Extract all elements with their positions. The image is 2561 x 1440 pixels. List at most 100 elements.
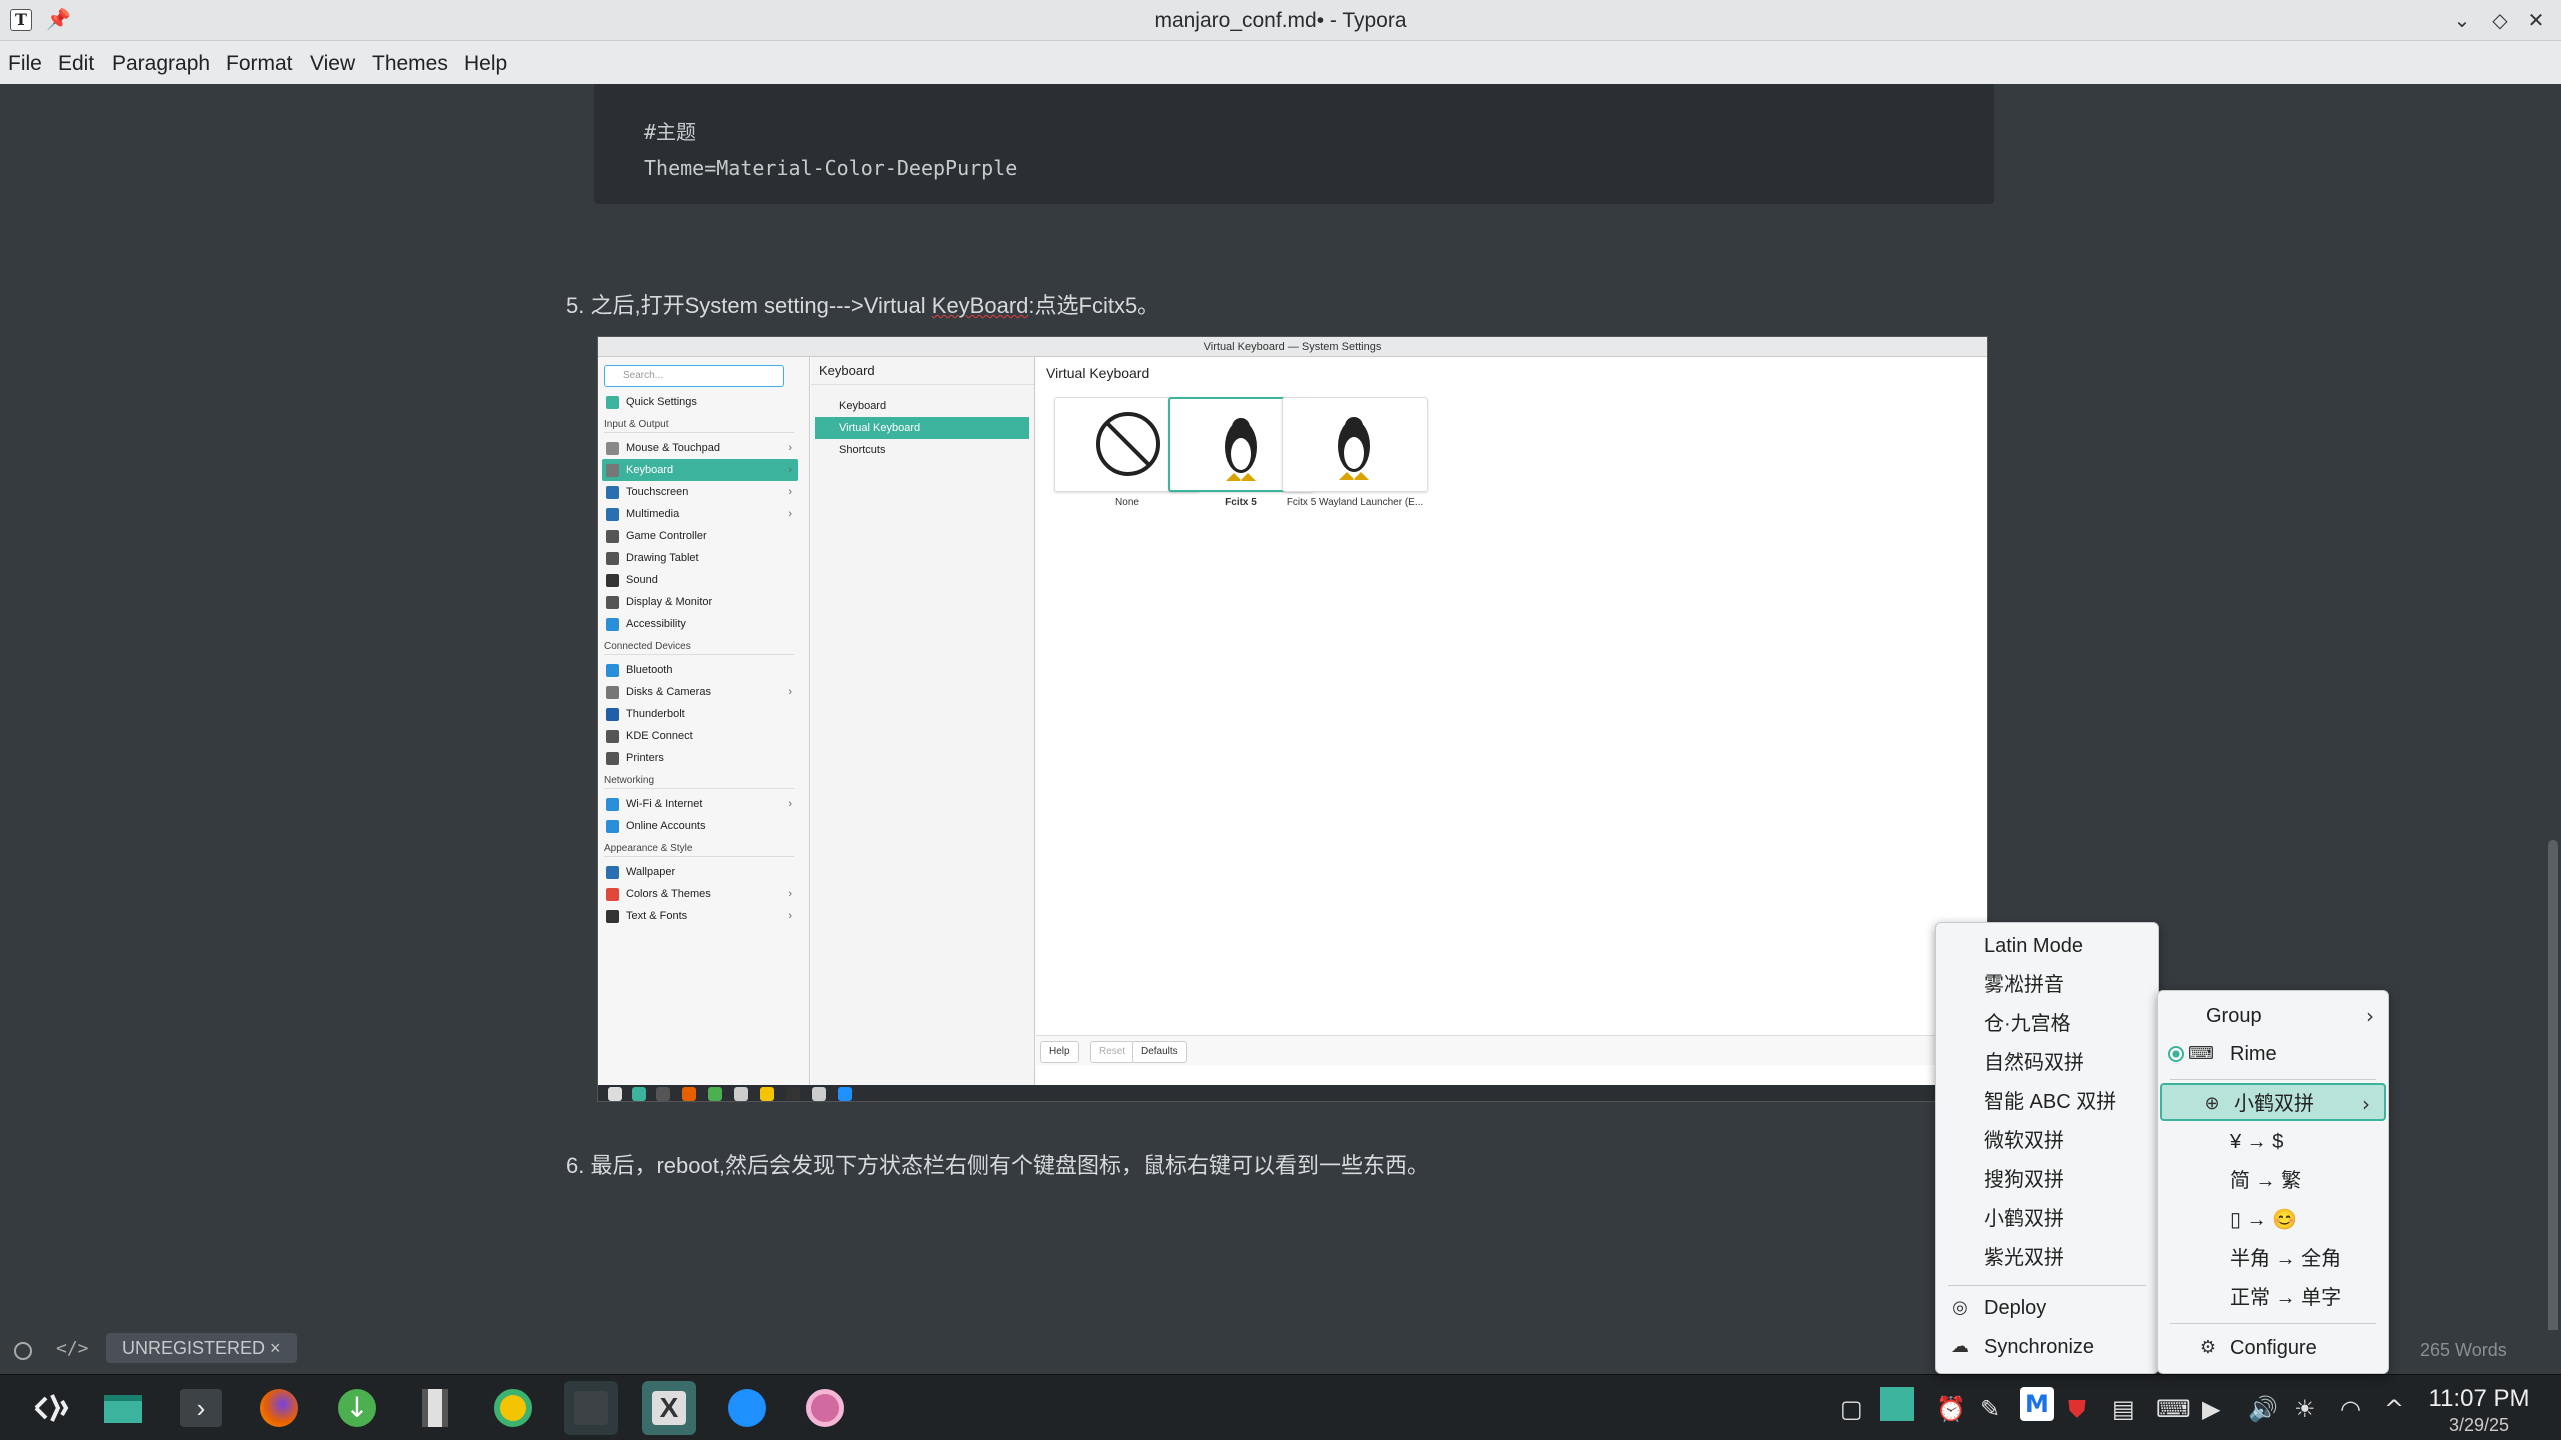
menu-item-schema[interactable]: Latin Mode (1936, 927, 2158, 965)
shot-sidebar-label: Mouse & Touchpad (626, 442, 720, 454)
menu-item-synchronize[interactable]: ☁ Synchronize (1936, 1328, 2158, 1366)
shot-sidebar-item: Colors & Themes › (602, 883, 798, 905)
shot-sidebar-label: Colors & Themes (626, 888, 711, 900)
files-icon (632, 1087, 646, 1101)
pen-icon[interactable]: ✎ (1980, 1395, 2000, 1423)
source-code-mode-icon[interactable]: </> (56, 1338, 89, 1359)
clock-date[interactable]: 3/29/25 (2424, 1415, 2534, 1436)
menu-themes[interactable]: Themes (372, 52, 448, 76)
media-play-icon[interactable]: ▶ (2202, 1395, 2220, 1423)
deploy-icon: ◎ (1952, 1297, 1968, 1318)
shot-sidebar-item: Display & Monitor (602, 591, 798, 613)
menu-item-schema[interactable]: 微软双拼 (1936, 1122, 2158, 1160)
menu-item-configure[interactable]: ⚙ Configure (2158, 1329, 2388, 1367)
x-app-icon (812, 1087, 826, 1101)
chevron-right-icon: › (788, 888, 792, 900)
shield-icon[interactable]: ⛊ (2068, 1395, 2086, 1423)
shot-mid-item: Shortcuts (839, 444, 886, 456)
menu-edit[interactable]: Edit (58, 52, 94, 76)
menu-item-toggle[interactable]: 正常 → 单字 (2158, 1279, 2388, 1317)
menu-item-group[interactable]: Group › (2158, 997, 2388, 1035)
list-text: 之后,打开System setting--->Virtual (584, 293, 932, 318)
mail-icon[interactable]: M (2020, 1387, 2054, 1421)
menu-item-rime[interactable]: ⌨ Rime (2158, 1035, 2388, 1073)
download-manager-icon[interactable]: ↓ (330, 1381, 384, 1435)
firefox-icon[interactable] (252, 1381, 306, 1435)
shot-sidebar-item: Online Accounts (602, 815, 798, 837)
menu-file[interactable]: File (8, 52, 42, 76)
clock-time[interactable]: 11:07 PM (2424, 1385, 2534, 1413)
menu-item-schema[interactable]: 紫光双拼 (1936, 1239, 2158, 1277)
menu-item-toggle[interactable]: ¥ → $ (2158, 1123, 2388, 1161)
list-item-6[interactable]: 6. 最后，reboot,然后会发现下方状态栏右侧有个键盘图标，鼠标右键可以看到… (566, 1148, 1429, 1180)
shot-sidebar-label: Drawing Tablet (626, 552, 699, 564)
editor-scrollbar[interactable] (2548, 840, 2558, 1340)
menu-item-schema[interactable]: 搜狗双拼 (1936, 1161, 2158, 1199)
volume-icon[interactable]: 🔊 (2248, 1395, 2278, 1423)
category-icon (606, 664, 619, 677)
chevron-right-icon: › (788, 686, 792, 698)
shot-sidebar-label: Touchscreen (626, 486, 689, 498)
unregistered-badge[interactable]: UNREGISTERED × (106, 1333, 297, 1363)
music-player-icon[interactable] (486, 1381, 540, 1435)
menu-view[interactable]: View (310, 52, 355, 76)
shot-subcategory-panel: Keyboard Keyboard Virtual Keyboard Shortcu… (811, 357, 1035, 1085)
chevron-right-icon: › (788, 910, 792, 922)
shot-sidebar-item: Disks & Cameras › (602, 681, 798, 703)
clipboard-icon[interactable]: ▤ (2112, 1395, 2135, 1423)
app-launcher-icon[interactable] (22, 1381, 76, 1435)
notifications-icon[interactable]: ⏰ (1936, 1395, 1966, 1423)
chevron-right-icon: › (2366, 1004, 2374, 1028)
title-bar: T 📌 manjaro_conf.md• - Typora ⌄ ◇ ✕ (0, 0, 2561, 41)
menu-item-schema[interactable]: 自然码双拼 (1936, 1044, 2158, 1082)
menu-paragraph[interactable]: Paragraph (112, 52, 210, 76)
shot-sidebar-label: Wi-Fi & Internet (626, 798, 703, 810)
word-count[interactable]: 265 Words (2420, 1340, 2507, 1361)
category-icon (606, 730, 619, 743)
file-manager-icon[interactable] (96, 1381, 150, 1435)
list-item-5[interactable]: 5. 之后,打开System setting--->Virtual KeyBoa… (566, 288, 1159, 320)
brightness-icon[interactable]: ☀ (2294, 1395, 2316, 1423)
menu-item-deploy[interactable]: ◎ Deploy (1936, 1289, 2158, 1327)
minimize-icon[interactable]: ⌄ (2448, 6, 2476, 34)
shot-sidebar-item: Sound (602, 569, 798, 591)
menu-item-schema[interactable]: 智能 ABC 双拼 (1936, 1083, 2158, 1121)
menu-item-toggle[interactable]: ▯ → 😊 (2158, 1201, 2388, 1239)
menu-format[interactable]: Format (226, 52, 293, 76)
menu-item-xiaohe[interactable]: ⊕ 小鹤双拼 › (2160, 1083, 2386, 1121)
wifi-icon[interactable]: ◠ (2340, 1395, 2361, 1423)
archive-manager-icon[interactable] (408, 1381, 462, 1435)
menu-item-toggle[interactable]: 半角 → 全角 (2158, 1240, 2388, 1278)
virtual-desktop-pager[interactable] (1880, 1387, 1914, 1421)
category-icon (606, 442, 619, 455)
typora-taskbar-icon[interactable]: X (642, 1381, 696, 1435)
menu-item-schema[interactable]: 仓·九宫格 (1936, 1005, 2158, 1043)
shot-sidebar-item: Bluetooth (602, 659, 798, 681)
close-icon[interactable]: ✕ (2522, 6, 2550, 34)
code-line: #主题 (644, 120, 697, 144)
category-icon (606, 708, 619, 721)
launcher-icon (608, 1087, 622, 1101)
terminal-icon[interactable]: › (174, 1381, 228, 1435)
typora-window: T 📌 manjaro_conf.md• - Typora ⌄ ◇ ✕ File… (0, 0, 2561, 1440)
system-settings-icon[interactable] (564, 1381, 618, 1435)
menu-help[interactable]: Help (464, 52, 507, 76)
shot-main-panel: Virtual Keyboard None Fcitx 5 Fcitx 5 Wa… (1036, 357, 1987, 1085)
outline-toggle-icon[interactable] (14, 1342, 32, 1360)
list-text: :点选Fcitx5。 (1028, 293, 1160, 318)
shot-sidebar-item: Mouse & Touchpad › (602, 437, 798, 459)
list-text: 最后，reboot,然后会发现下方状态栏右侧有个键盘图标，鼠标右键可以看到一些东… (584, 1153, 1429, 1178)
media-app-icon[interactable] (798, 1381, 852, 1435)
code-block[interactable]: #主题 Theme=Material-Color-DeepPurple (594, 84, 1994, 204)
category-icon (606, 618, 619, 631)
keyboard-icon[interactable]: ⌨ (2156, 1395, 2191, 1423)
menu-item-schema[interactable]: 雾凇拼音 (1936, 966, 2158, 1004)
tray-expand-icon[interactable]: ^ (2384, 1395, 2404, 1423)
show-desktop-icon[interactable]: ▢ (1840, 1395, 1863, 1423)
sync-icon: ☁ (1951, 1336, 1969, 1357)
menu-bar: File Edit Paragraph Format View Themes Help (0, 41, 2561, 84)
web-browser-icon[interactable] (720, 1381, 774, 1435)
maximize-icon[interactable]: ◇ (2486, 6, 2514, 34)
menu-item-schema[interactable]: 小鹤双拼 (1936, 1200, 2158, 1238)
menu-item-toggle[interactable]: 简 → 繁 (2158, 1162, 2388, 1200)
